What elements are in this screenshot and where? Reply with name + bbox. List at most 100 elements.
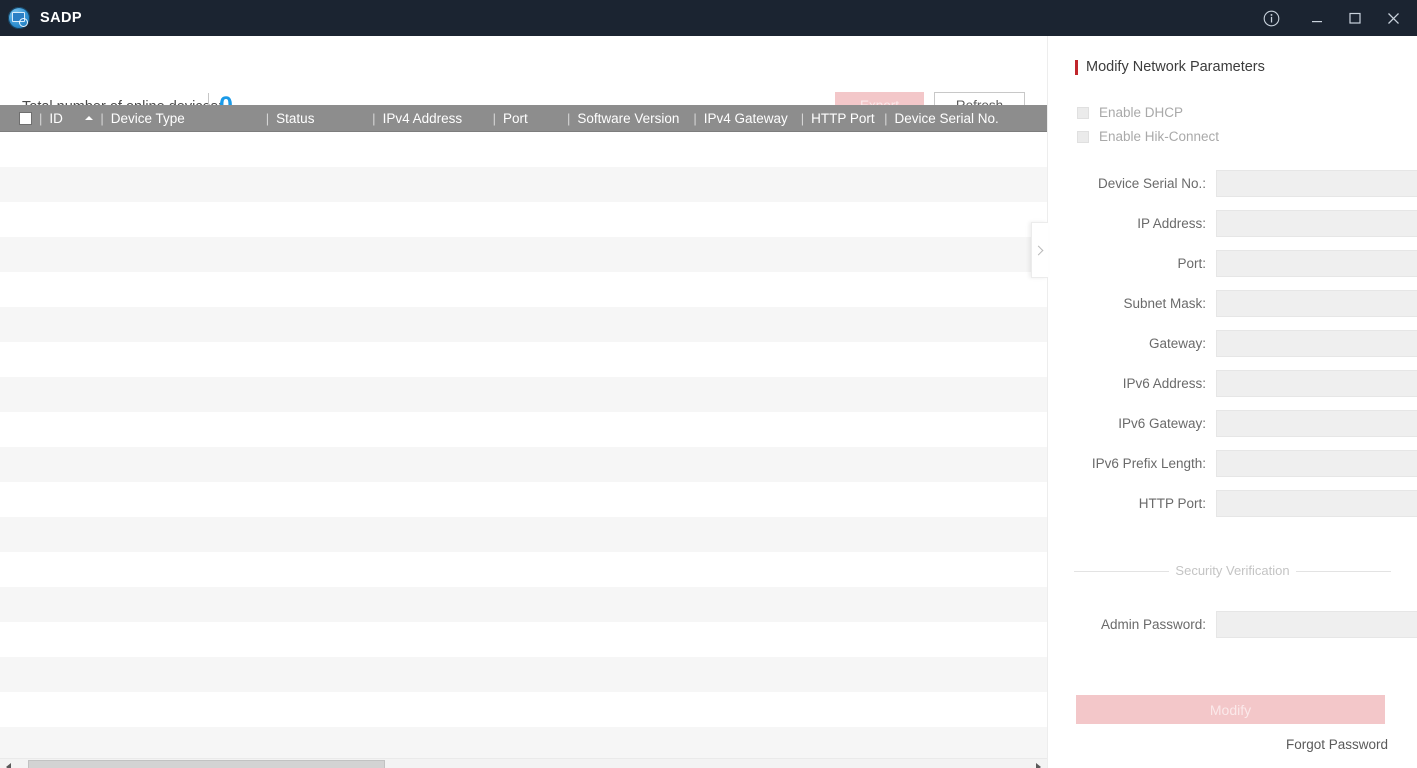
gateway-label: Gateway: xyxy=(1148,336,1206,351)
column-header-port[interactable]: Port xyxy=(503,110,560,127)
table-row[interactable] xyxy=(0,167,1047,202)
ipv6-prefix-length-label: IPv6 Prefix Length: xyxy=(1091,456,1206,471)
subnet-mask-row: Subnet Mask: xyxy=(1048,290,1417,317)
ip-address-row: IP Address: xyxy=(1048,210,1417,237)
scroll-left-button[interactable] xyxy=(0,759,17,768)
column-divider: | xyxy=(372,110,376,126)
device-serial-no-field[interactable] xyxy=(1216,170,1417,197)
table-row[interactable] xyxy=(0,587,1047,622)
panel-title: Modify Network Parameters xyxy=(1086,59,1265,75)
minimize-icon[interactable] xyxy=(1301,0,1333,36)
subnet-mask-label: Subnet Mask: xyxy=(1123,296,1206,311)
table-row[interactable] xyxy=(0,692,1047,727)
enable-dhcp-checkbox-row[interactable]: Enable DHCP xyxy=(1077,104,1183,121)
device-table-body[interactable] xyxy=(0,132,1047,758)
security-verification-label: Security Verification xyxy=(1175,563,1290,578)
column-header-ipv4-address[interactable]: IPv4 Address xyxy=(383,110,486,127)
modify-button[interactable]: Modify xyxy=(1076,695,1385,724)
close-icon[interactable] xyxy=(1377,0,1409,36)
enable-hik-connect-checkbox[interactable] xyxy=(1077,130,1089,143)
ipv6-prefix-length-row: IPv6 Prefix Length: xyxy=(1048,450,1417,477)
modify-network-parameters-panel: Modify Network Parameters Enable DHCP En… xyxy=(1047,36,1417,768)
divider-line-left xyxy=(1074,570,1170,572)
table-row[interactable] xyxy=(0,657,1047,692)
select-all-checkbox[interactable] xyxy=(19,111,32,125)
ipv6-address-label: IPv6 Address: xyxy=(1122,376,1206,391)
gateway-row: Gateway: xyxy=(1048,330,1417,357)
device-serial-no-label: Device Serial No.: xyxy=(1097,176,1206,191)
port-label: Port: xyxy=(1177,256,1206,271)
column-divider: | xyxy=(884,110,888,126)
sort-ascending-icon[interactable] xyxy=(85,116,94,120)
ipv6-address-field[interactable] xyxy=(1216,370,1417,397)
table-row[interactable] xyxy=(0,342,1047,377)
ip-address-label: IP Address: xyxy=(1137,216,1206,231)
table-row[interactable] xyxy=(0,517,1047,552)
device-list-pane: Total number of online devices: 0 Export… xyxy=(0,36,1047,768)
table-row[interactable] xyxy=(0,552,1047,587)
chevron-right-icon xyxy=(1033,245,1044,255)
column-divider: | xyxy=(100,110,104,126)
device-table-header: | ID | Device Type | Status | IPv4 Addre… xyxy=(0,105,1047,132)
http-port-field[interactable] xyxy=(1216,490,1417,517)
column-header-status[interactable]: Status xyxy=(276,110,365,127)
table-row[interactable] xyxy=(0,202,1047,237)
column-header-ipv4-gateway[interactable]: IPv4 Gateway xyxy=(704,110,794,127)
ipv6-gateway-label: IPv6 Gateway: xyxy=(1118,416,1206,431)
title-bar: SADP xyxy=(0,0,1417,36)
ipv6-address-row: IPv6 Address: xyxy=(1048,370,1417,397)
table-row[interactable] xyxy=(0,447,1047,482)
sadp-search-device-icon xyxy=(8,7,30,29)
table-row[interactable] xyxy=(0,622,1047,657)
scroll-right-button[interactable] xyxy=(1030,759,1047,768)
subnet-mask-field[interactable] xyxy=(1216,290,1417,317)
panel-collapse-handle[interactable] xyxy=(1031,222,1048,278)
info-icon[interactable] xyxy=(1255,0,1287,36)
table-row[interactable] xyxy=(0,272,1047,307)
column-divider: | xyxy=(492,110,496,126)
http-port-label: HTTP Port: xyxy=(1138,496,1206,511)
column-header-http-port[interactable]: HTTP Port xyxy=(811,110,877,127)
port-field[interactable] xyxy=(1216,250,1417,277)
maximize-icon[interactable] xyxy=(1339,0,1371,36)
table-row[interactable] xyxy=(0,132,1047,167)
table-row[interactable] xyxy=(0,412,1047,447)
ipv6-prefix-length-field[interactable] xyxy=(1216,450,1417,477)
table-row[interactable] xyxy=(0,307,1047,342)
column-divider: | xyxy=(566,110,571,126)
column-divider: | xyxy=(265,110,270,126)
column-header-device-serial-no[interactable]: Device Serial No. xyxy=(895,110,999,127)
device-list-toolbar: Total number of online devices: 0 Export… xyxy=(0,36,1047,120)
security-verification-divider: Security Verification xyxy=(1074,563,1392,579)
enable-dhcp-label: Enable DHCP xyxy=(1099,105,1184,120)
column-header-device-type[interactable]: Device Type xyxy=(111,110,259,127)
column-divider: | xyxy=(693,110,697,126)
admin-password-field[interactable] xyxy=(1216,611,1417,638)
window-controls xyxy=(1255,0,1417,36)
app-title: SADP xyxy=(40,10,82,26)
http-port-row: HTTP Port: xyxy=(1048,490,1417,517)
admin-password-label: Admin Password: xyxy=(1100,617,1206,632)
table-row[interactable] xyxy=(0,377,1047,412)
ip-address-field[interactable] xyxy=(1216,210,1417,237)
scrollbar-thumb[interactable] xyxy=(28,759,385,768)
column-header-id[interactable]: ID xyxy=(49,110,85,127)
scrollbar-track[interactable] xyxy=(17,759,1030,768)
table-row[interactable] xyxy=(0,727,1047,758)
ipv6-gateway-field[interactable] xyxy=(1216,410,1417,437)
forgot-password-link[interactable]: Forgot Password xyxy=(1286,736,1388,753)
column-divider: | xyxy=(39,110,43,126)
table-row[interactable] xyxy=(0,237,1047,272)
enable-dhcp-checkbox[interactable] xyxy=(1077,106,1089,119)
triangle-right-icon xyxy=(1036,763,1041,768)
horizontal-scrollbar[interactable] xyxy=(0,758,1047,768)
panel-accent-bar xyxy=(1075,59,1078,75)
column-header-software-version[interactable]: Software Version xyxy=(577,110,686,127)
admin-password-row: Admin Password: xyxy=(1048,611,1417,638)
gateway-field[interactable] xyxy=(1216,330,1417,357)
enable-hik-connect-checkbox-row[interactable]: Enable Hik-Connect xyxy=(1077,128,1219,145)
table-row[interactable] xyxy=(0,482,1047,517)
ipv6-gateway-row: IPv6 Gateway: xyxy=(1048,410,1417,437)
port-row: Port: xyxy=(1048,250,1417,277)
enable-hik-connect-label: Enable Hik-Connect xyxy=(1099,129,1220,144)
